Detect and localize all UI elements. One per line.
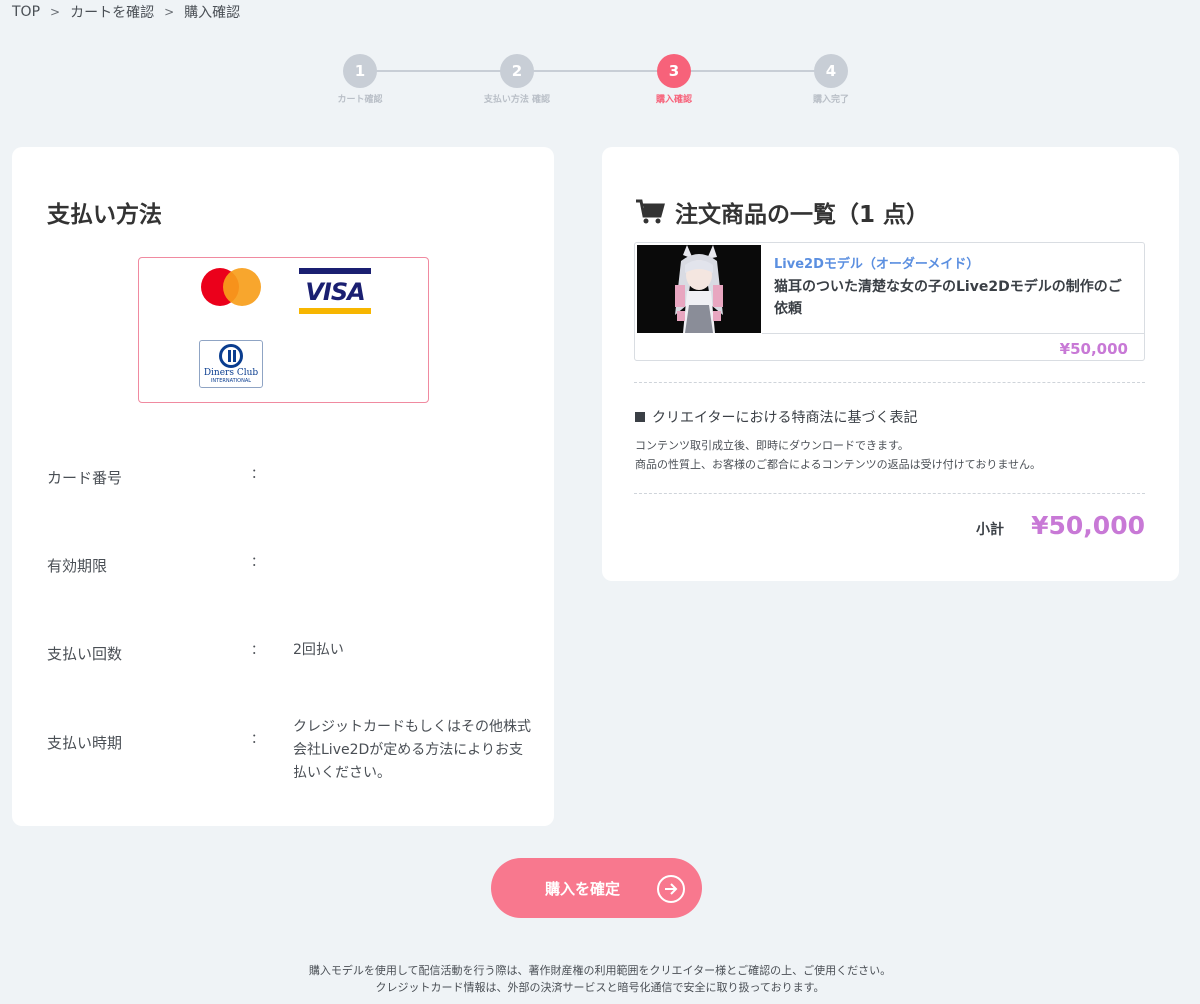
confirm-purchase-label: 購入を確定: [545, 881, 621, 898]
product-info: Live2Dモデル（オーダーメイド） 猫耳のついた清楚な女の子のLive2Dモデ…: [762, 243, 1145, 334]
payment-timing-label: 支払い時期: [47, 734, 123, 752]
footer-line: 購入モデルを使用して配信活動を行う際は、著作財産権の利用範囲をクリエイター様とご…: [308, 964, 892, 977]
breadcrumb-top-link[interactable]: TOP: [12, 4, 40, 20]
order-item[interactable]: Live2Dモデル（オーダーメイド） 猫耳のついた清楚な女の子のLive2Dモデ…: [634, 242, 1145, 361]
step-purchase-confirm: 3 購入確認: [634, 54, 714, 105]
product-name: 猫耳のついた清楚な女の子のLive2Dモデルの制作のご依頼: [774, 279, 1122, 317]
commercial-law-heading: クリエイターにおける特商法に基づく表記: [635, 407, 917, 427]
row-colon: ：: [251, 467, 265, 482]
divider: [634, 493, 1145, 494]
step-label: 購入確認: [655, 95, 692, 105]
confirm-purchase-button[interactable]: 購入を確定: [491, 858, 702, 918]
expiry-label: 有効期限: [47, 557, 108, 575]
step-label: 購入完了: [812, 95, 849, 105]
payment-method-title: 支払い方法: [47, 202, 162, 228]
card-number-label: カード番号: [47, 469, 123, 487]
payment-timing-value: クレジットカードもしくはその他株式会社Live2Dが定める方法によりお支払いくだ…: [293, 719, 531, 781]
order-summary-card: 注文商品の一覧（1 点） Live2Dモデル（オーダーメイド） 猫耳のついた清楚…: [602, 147, 1179, 581]
order-list-title: 注文商品の一覧（1 点）: [635, 195, 929, 229]
mastercard-logo-icon: [201, 268, 261, 306]
accepted-cards-box: VISA Diners Club INTERNATIONAL: [138, 257, 429, 403]
chevron-right-icon: >: [50, 5, 61, 19]
product-price: ¥50,000: [1059, 340, 1128, 358]
product-thumbnail[interactable]: [637, 245, 761, 333]
breadcrumb-current: 購入確認: [184, 5, 241, 21]
footer-line: クレジットカード情報は、外部の決済サービスと暗号化通信で安全に取り扱っております…: [375, 981, 825, 994]
subtotal-label: 小計: [976, 522, 1004, 538]
step-cart: 1 カート確認: [320, 54, 400, 105]
commercial-law-text: コンテンツ取引成立後、即時にダウンロードできます。 商品の性質上、お客様のご都合…: [635, 436, 1041, 474]
step-complete: 4 購入完了: [791, 54, 871, 105]
row-colon: ：: [251, 643, 265, 658]
row-colon: ：: [251, 732, 265, 747]
checkout-stepper: 1 カート確認 2 支払い方法 確認 3 購入確認 4 購入完了: [330, 54, 870, 114]
step-number: 4: [814, 54, 848, 88]
product-category-link[interactable]: Live2Dモデル（オーダーメイド）: [774, 253, 1133, 272]
order-list-title-text: 注文商品の一覧（1 点）: [675, 202, 930, 228]
commercial-law-title: クリエイターにおける特商法に基づく表記: [652, 410, 918, 426]
square-bullet-icon: [635, 412, 645, 422]
step-number: 3: [657, 54, 691, 88]
installments-value: 2回払い: [293, 642, 344, 658]
step-payment: 2 支払い方法 確認: [477, 54, 557, 105]
breadcrumb: TOP > カートを確認 > 購入確認: [12, 2, 240, 22]
chevron-right-icon: >: [164, 5, 175, 19]
divider: [634, 382, 1145, 383]
footer-notice: 購入モデルを使用して配信活動を行う際は、著作財産権の利用範囲をクリエイター様とご…: [0, 962, 1200, 996]
stepper-line: [360, 70, 830, 72]
subtotal-value: ¥50,000: [1031, 511, 1145, 540]
payment-method-card: 支払い方法 VISA Diners Club INTERNATIONAL カード…: [12, 147, 554, 826]
step-number: 2: [500, 54, 534, 88]
installments-label: 支払い回数: [47, 645, 123, 663]
diners-club-logo-icon: Diners Club INTERNATIONAL: [199, 340, 263, 388]
step-label: カート確認: [337, 95, 383, 105]
step-label: 支払い方法 確認: [483, 95, 551, 105]
step-number: 1: [343, 54, 377, 88]
arrow-right-circle-icon: [657, 875, 685, 903]
breadcrumb-cart-link[interactable]: カートを確認: [70, 2, 154, 22]
law-text-line: 商品の性質上、お客様のご都合によるコンテンツの返品は受け付けておりません。: [635, 458, 1042, 471]
visa-logo-icon: VISA: [299, 268, 371, 314]
cart-icon: [636, 199, 665, 224]
row-colon: ：: [251, 555, 265, 570]
law-text-line: コンテンツ取引成立後、即時にダウンロードできます。: [635, 439, 909, 452]
